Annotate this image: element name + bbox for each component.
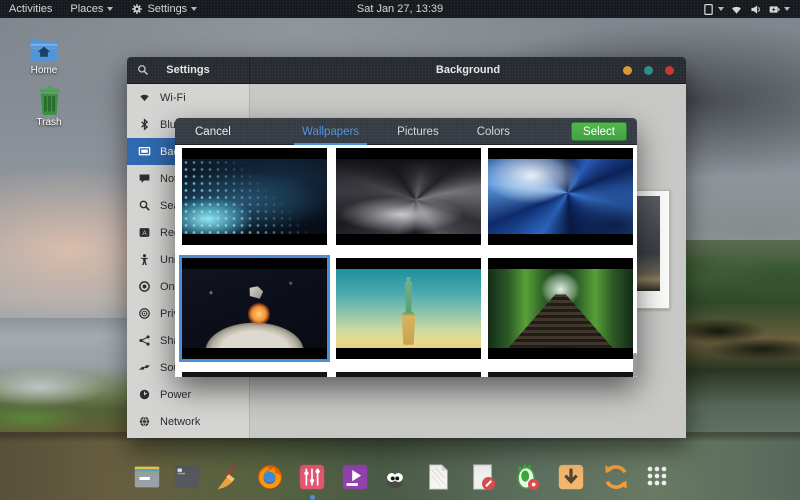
battery-icon[interactable] xyxy=(768,3,790,16)
sidebar-item-label: Network xyxy=(160,416,200,428)
notifications-icon xyxy=(138,172,151,185)
running-indicator xyxy=(310,495,315,500)
universal-icon xyxy=(138,253,151,266)
desktop-icon-home[interactable]: Home xyxy=(20,36,68,76)
wifi-icon[interactable] xyxy=(730,3,743,16)
activities-button[interactable]: Activities xyxy=(0,0,61,18)
wifi-icon xyxy=(730,3,743,16)
dock-video-player-icon[interactable] xyxy=(340,462,370,492)
dock-music-icon[interactable] xyxy=(297,462,327,492)
online-icon xyxy=(138,280,151,293)
sidebar-item-label: Wi-Fi xyxy=(160,92,186,104)
rocket-lander-image xyxy=(182,269,327,348)
sidebar-item-power[interactable]: Power xyxy=(127,381,249,408)
wallpaper-thumbnail-partial[interactable] xyxy=(488,372,633,377)
battery-icon xyxy=(768,3,781,16)
tab-colors[interactable]: Colors xyxy=(473,118,514,145)
wallpaper-thumbnail-blue-lowpoly[interactable] xyxy=(488,148,633,245)
window-controls xyxy=(623,66,674,75)
statue-liberty-image xyxy=(336,269,481,348)
places-menu[interactable]: Places xyxy=(61,0,122,18)
wallpaper-thumbnail-forest-railway[interactable] xyxy=(488,258,633,359)
background-icon xyxy=(138,145,151,158)
dock-document-edit-icon[interactable] xyxy=(468,462,498,492)
blue-lowpoly-image xyxy=(488,159,633,235)
gray-lowpoly-image xyxy=(336,159,481,235)
chevron-down-icon xyxy=(191,7,197,11)
wallpaper-thumbnail-partial[interactable] xyxy=(336,372,481,377)
region-icon: A xyxy=(138,226,151,239)
dock-firefox-icon[interactable] xyxy=(255,462,285,492)
dock-tweaks-icon[interactable] xyxy=(513,462,543,492)
dock-sync-icon[interactable] xyxy=(601,462,631,492)
settings-window-headerbar[interactable]: Settings Background xyxy=(127,57,686,84)
volume-icon[interactable] xyxy=(749,3,762,16)
sharing-icon xyxy=(138,334,151,347)
bluetooth-icon xyxy=(138,118,151,131)
window-minimize-button[interactable] xyxy=(623,66,632,75)
headerbar-right: Background xyxy=(250,57,686,83)
wallpaper-dialog: Cancel WallpapersPicturesColors Select xyxy=(175,118,637,377)
privacy-icon xyxy=(138,307,151,320)
tab-pictures[interactable]: Pictures xyxy=(393,118,443,145)
dock-eyes-icon[interactable] xyxy=(383,467,407,491)
screen-icon xyxy=(702,3,715,16)
tab-wallpapers[interactable]: Wallpapers xyxy=(298,118,363,145)
window-close-button[interactable] xyxy=(665,66,674,75)
wallpaper-thumbnail-statue-liberty[interactable] xyxy=(336,258,481,359)
dock-downloads-icon[interactable] xyxy=(556,462,586,492)
dock-broom-icon[interactable] xyxy=(213,462,243,492)
sidebar-item-network[interactable]: Network xyxy=(127,408,249,435)
dock-files-icon[interactable] xyxy=(132,462,162,492)
wallpaper-thumbnail-partial[interactable] xyxy=(182,372,327,377)
wallpaper-thumbnail-particle-wave[interactable] xyxy=(182,148,327,245)
top-bar: Activities Places Settings Sat Jan 27, 1… xyxy=(0,0,800,18)
forest-railway-image xyxy=(488,269,633,348)
places-label: Places xyxy=(70,3,103,15)
wallpaper-thumbnail-rocket-lander[interactable] xyxy=(182,258,327,359)
page-title: Background xyxy=(250,64,686,76)
chevron-down-icon xyxy=(107,7,113,11)
dock-app-grid-icon[interactable] xyxy=(643,462,671,490)
particle-wave-image xyxy=(182,159,327,235)
dock-document-icon[interactable] xyxy=(423,462,453,492)
settings-menu[interactable]: Settings xyxy=(122,0,206,18)
desktop-icon-trash[interactable]: Trash xyxy=(25,86,73,128)
sidebar-item-wifi[interactable]: Wi-Fi xyxy=(127,84,249,111)
desktop-icon-label: Trash xyxy=(25,117,73,128)
desktop: Activities Places Settings Sat Jan 27, 1… xyxy=(0,0,800,500)
dialog-tabs: Wallpapers Pictures Colors xyxy=(175,118,637,145)
dock-terminal-icon[interactable] xyxy=(172,462,202,492)
dialog-scrollbar[interactable] xyxy=(633,353,637,377)
home-folder-icon xyxy=(28,36,60,63)
activities-label: Activities xyxy=(9,3,52,15)
app-title: Settings xyxy=(127,64,249,76)
system-tray[interactable] xyxy=(696,0,796,18)
trash-can-icon xyxy=(36,86,63,115)
sound-icon xyxy=(138,361,151,374)
network-icon xyxy=(138,415,151,428)
svg-text:A: A xyxy=(142,230,147,237)
search-icon xyxy=(138,199,151,212)
volume-icon xyxy=(749,3,762,16)
select-button[interactable]: Select xyxy=(571,122,627,141)
wifi-icon xyxy=(138,91,151,104)
wallpaper-thumbnail-gray-lowpoly[interactable] xyxy=(336,148,481,245)
power-icon xyxy=(138,388,151,401)
dialog-headerbar: Cancel WallpapersPicturesColors Select xyxy=(175,118,637,145)
desktop-icon-label: Home xyxy=(20,65,68,76)
window-maximize-button[interactable] xyxy=(644,66,653,75)
screen-icon[interactable] xyxy=(702,3,724,16)
settings-menu-label: Settings xyxy=(147,3,187,15)
gear-icon xyxy=(131,3,143,15)
sidebar-item-label: Power xyxy=(160,389,191,401)
headerbar-left: Settings xyxy=(127,57,250,83)
